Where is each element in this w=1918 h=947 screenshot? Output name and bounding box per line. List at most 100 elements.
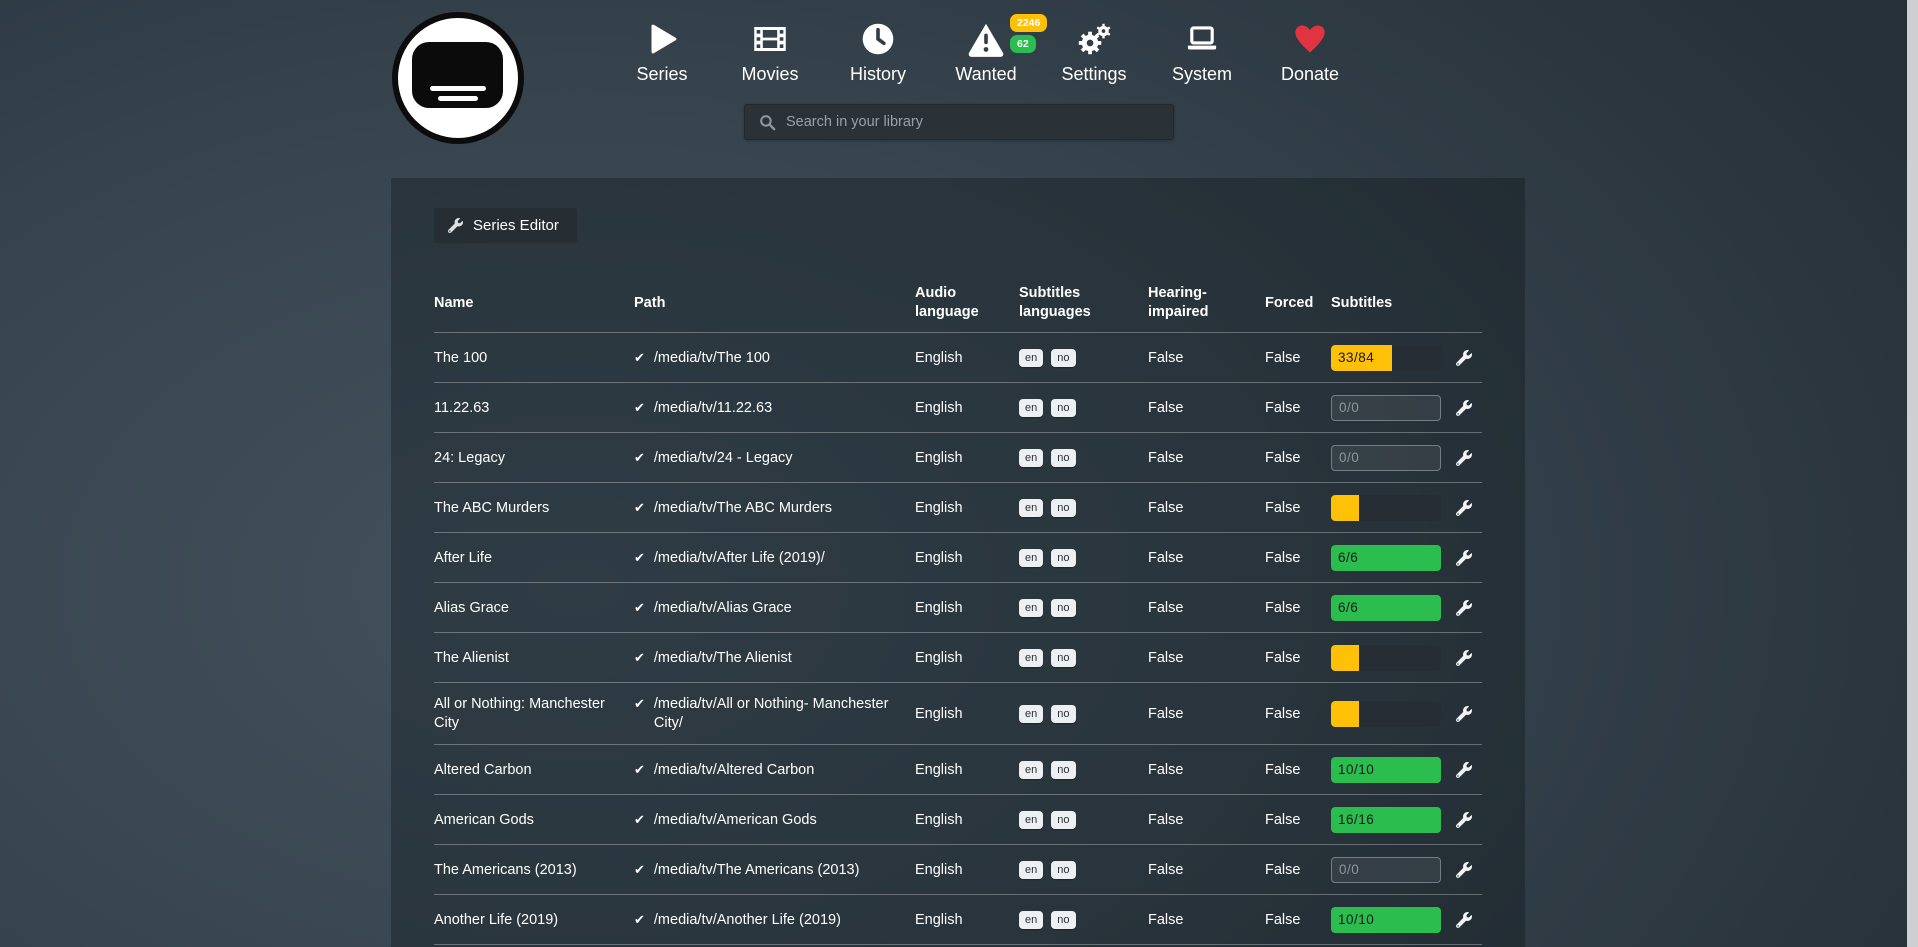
edit-series-button[interactable] xyxy=(1456,550,1472,566)
nav-item-history[interactable]: History xyxy=(824,16,932,85)
series-path-cell: ✔ /media/tv/All or Nothing- Manchester C… xyxy=(634,695,915,733)
language-badge[interactable]: no xyxy=(1051,499,1075,517)
table-row: The Alienist ✔ /media/tv/The Alienist En… xyxy=(434,632,1482,682)
edit-series-button[interactable] xyxy=(1456,706,1472,722)
forced-value: False xyxy=(1265,705,1331,724)
series-path: /media/tv/The 100 xyxy=(654,349,770,368)
table-row: The ABC Murders ✔ /media/tv/The ABC Murd… xyxy=(434,482,1482,532)
path-verified-check-icon: ✔ xyxy=(634,550,645,567)
film-icon xyxy=(752,16,788,62)
column-header-audio-language: Audio language xyxy=(915,284,1019,322)
series-path-cell: ✔ /media/tv/The ABC Murders xyxy=(634,499,915,518)
language-badge[interactable]: en xyxy=(1019,861,1043,879)
language-badge[interactable]: en xyxy=(1019,499,1043,517)
audio-language: English xyxy=(915,761,1019,780)
wrench-icon xyxy=(1456,912,1472,928)
language-badge[interactable]: no xyxy=(1051,861,1075,879)
nav-label: System xyxy=(1172,64,1232,85)
edit-series-button[interactable] xyxy=(1456,650,1472,666)
edit-series-button[interactable] xyxy=(1456,912,1472,928)
series-name: The Alienist xyxy=(434,649,634,668)
hearing-impaired-value: False xyxy=(1148,549,1265,568)
path-verified-check-icon: ✔ xyxy=(634,450,645,467)
series-name: 11.22.63 xyxy=(434,399,634,418)
subtitles-languages: en no xyxy=(1019,761,1148,779)
edit-series-button[interactable] xyxy=(1456,450,1472,466)
bazarr-logo[interactable] xyxy=(392,12,524,144)
language-badge[interactable]: en xyxy=(1019,811,1043,829)
language-badge[interactable]: en xyxy=(1019,599,1043,617)
edit-series-button[interactable] xyxy=(1456,350,1472,366)
series-path-cell: ✔ /media/tv/After Life (2019)/ xyxy=(634,549,915,568)
hearing-impaired-value: False xyxy=(1148,761,1265,780)
edit-series-button[interactable] xyxy=(1456,862,1472,878)
subtitles-bar-label: 6/6 xyxy=(1338,599,1358,617)
nav-item-series[interactable]: Series xyxy=(608,16,716,85)
series-editor-button[interactable]: Series Editor xyxy=(434,208,577,243)
language-badge[interactable]: no xyxy=(1051,399,1075,417)
wrench-icon xyxy=(1456,762,1472,778)
language-badge[interactable]: no xyxy=(1051,811,1075,829)
nav-label: Movies xyxy=(741,64,798,85)
subtitles-bar-label: 6/6 xyxy=(1338,549,1358,567)
subtitles-progress-bar: 16/16 xyxy=(1331,807,1441,833)
series-path: /media/tv/After Life (2019)/ xyxy=(654,549,825,568)
hearing-impaired-value: False xyxy=(1148,649,1265,668)
audio-language: English xyxy=(915,811,1019,830)
path-verified-check-icon: ✔ xyxy=(634,650,645,667)
series-name: Altered Carbon xyxy=(434,761,634,780)
edit-series-button[interactable] xyxy=(1456,812,1472,828)
edit-series-button[interactable] xyxy=(1456,762,1472,778)
path-verified-check-icon: ✔ xyxy=(634,696,645,713)
language-badge[interactable]: no xyxy=(1051,649,1075,667)
series-path-cell: ✔ /media/tv/Alias Grace xyxy=(634,599,915,618)
language-badge[interactable]: no xyxy=(1051,599,1075,617)
edit-series-button[interactable] xyxy=(1456,400,1472,416)
hearing-impaired-value: False xyxy=(1148,399,1265,418)
language-badge[interactable]: no xyxy=(1051,911,1075,929)
language-badge[interactable]: en xyxy=(1019,349,1043,367)
nav-label: Series xyxy=(636,64,687,85)
series-table: Name Path Audio language Subtitles langu… xyxy=(434,270,1482,947)
table-row: American Gods ✔ /media/tv/American Gods … xyxy=(434,794,1482,844)
language-badge[interactable]: no xyxy=(1051,705,1075,723)
scrollbar[interactable] xyxy=(1907,0,1918,947)
audio-language: English xyxy=(915,705,1019,724)
wrench-icon xyxy=(1456,350,1472,366)
language-badge[interactable]: en xyxy=(1019,449,1043,467)
language-badge[interactable]: en xyxy=(1019,649,1043,667)
hearing-impaired-value: False xyxy=(1148,911,1265,930)
language-badge[interactable]: en xyxy=(1019,705,1043,723)
subtitles-bar-label: 10/10 xyxy=(1338,911,1374,929)
nav-item-settings[interactable]: Settings xyxy=(1040,16,1148,85)
language-badge[interactable]: en xyxy=(1019,549,1043,567)
nav-label: History xyxy=(850,64,906,85)
language-badge[interactable]: en xyxy=(1019,911,1043,929)
hearing-impaired-value: False xyxy=(1148,599,1265,618)
wrench-icon xyxy=(1456,450,1472,466)
search-input[interactable] xyxy=(786,105,1173,139)
language-badge[interactable]: no xyxy=(1051,449,1075,467)
language-badge[interactable]: en xyxy=(1019,761,1043,779)
search-icon xyxy=(758,113,777,132)
nav-item-wanted[interactable]: Wanted 2246 62 xyxy=(932,16,1040,85)
subtitles-progress-bar: 6/6 xyxy=(1331,595,1441,621)
subtitles-progress-bar: 10/10 xyxy=(1331,757,1441,783)
series-path: /media/tv/Alias Grace xyxy=(654,599,792,618)
hearing-impaired-value: False xyxy=(1148,861,1265,880)
language-badge[interactable]: no xyxy=(1051,349,1075,367)
edit-series-button[interactable] xyxy=(1456,500,1472,516)
subtitles-bar-label: 0/0 xyxy=(1339,399,1359,417)
nav-item-movies[interactable]: Movies xyxy=(716,16,824,85)
language-badge[interactable]: en xyxy=(1019,399,1043,417)
table-row: All or Nothing: Manchester City ✔ /media… xyxy=(434,682,1482,744)
language-badge[interactable]: no xyxy=(1051,549,1075,567)
edit-series-button[interactable] xyxy=(1456,600,1472,616)
laptop-icon xyxy=(1183,16,1221,62)
language-badge[interactable]: no xyxy=(1051,761,1075,779)
play-icon xyxy=(644,16,680,62)
subtitles-bar-label: 16/16 xyxy=(1338,811,1374,829)
nav-item-system[interactable]: System xyxy=(1148,16,1256,85)
path-verified-check-icon: ✔ xyxy=(634,762,645,779)
nav-item-donate[interactable]: Donate xyxy=(1256,16,1364,85)
